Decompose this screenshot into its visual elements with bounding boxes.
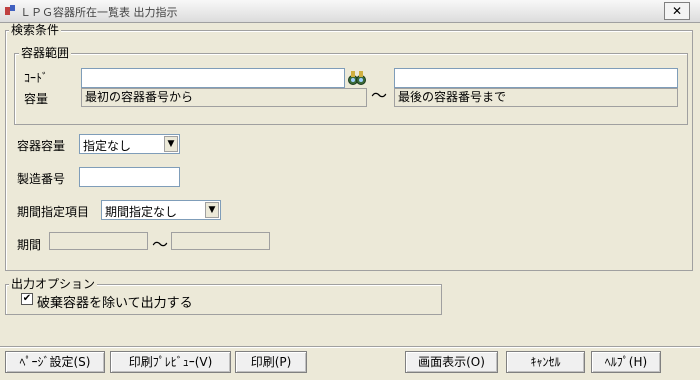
period-to-input[interactable] [171, 232, 270, 250]
help-button[interactable]: ﾍﾙﾌﾟ(H) [591, 351, 661, 373]
capacity-range-label: 容量 [24, 92, 49, 106]
search-conditions-legend: 検索条件 [9, 23, 62, 37]
code-from-hint: 最初の容器番号から [81, 88, 367, 107]
cancel-button[interactable]: ｷｬﾝｾﾙ [506, 351, 585, 373]
title-bar: ＬＰＧ容器所在一覧表 出力指示 ✕ [0, 0, 700, 23]
period-from-input[interactable] [49, 232, 148, 250]
serial-number-input[interactable] [79, 167, 180, 187]
container-range-legend: 容器範囲 [19, 46, 72, 60]
code-label: ｺｰﾄﾞ [24, 71, 49, 85]
page-setup-button[interactable]: ﾍﾟｰｼﾞ設定(S) [5, 351, 105, 373]
period-item-label: 期間指定項目 [17, 205, 90, 219]
serial-number-label: 製造番号 [17, 172, 66, 186]
print-button[interactable]: 印刷(P) [235, 351, 307, 373]
period-label: 期間 [17, 238, 42, 252]
code-to-hint: 最後の容器番号まで [394, 88, 678, 107]
exclude-discarded-label[interactable]: 破棄容器を除いて出力する [37, 292, 193, 311]
container-capacity-select[interactable]: 指定なし ▼ [79, 134, 180, 154]
code-to-input[interactable] [394, 68, 678, 88]
period-tilde: ～ [152, 235, 169, 254]
chevron-down-icon[interactable]: ▼ [205, 202, 219, 218]
output-options-legend: 出力オプション [9, 277, 98, 291]
exclude-discarded-checkbox[interactable]: ✔ [21, 293, 33, 305]
code-from-input[interactable] [81, 68, 345, 88]
window-title: ＬＰＧ容器所在一覧表 出力指示 [20, 6, 178, 19]
container-capacity-value: 指定なし [83, 139, 132, 153]
period-item-value: 期間指定なし [105, 205, 178, 219]
app-icon [5, 5, 15, 15]
code-range-tilde: ～ [371, 86, 388, 105]
binoculars-icon[interactable] [347, 69, 367, 87]
bottom-separator [0, 346, 700, 348]
screen-display-button[interactable]: 画面表示(O) [405, 351, 498, 373]
print-preview-button[interactable]: 印刷ﾌﾟﾚﾋﾞｭｰ(V) [110, 351, 231, 373]
close-icon: ✕ [671, 4, 683, 18]
container-capacity-label: 容器容量 [17, 139, 66, 153]
period-item-select[interactable]: 期間指定なし ▼ [101, 200, 221, 220]
chevron-down-icon[interactable]: ▼ [164, 136, 178, 152]
close-button[interactable]: ✕ [664, 2, 690, 20]
